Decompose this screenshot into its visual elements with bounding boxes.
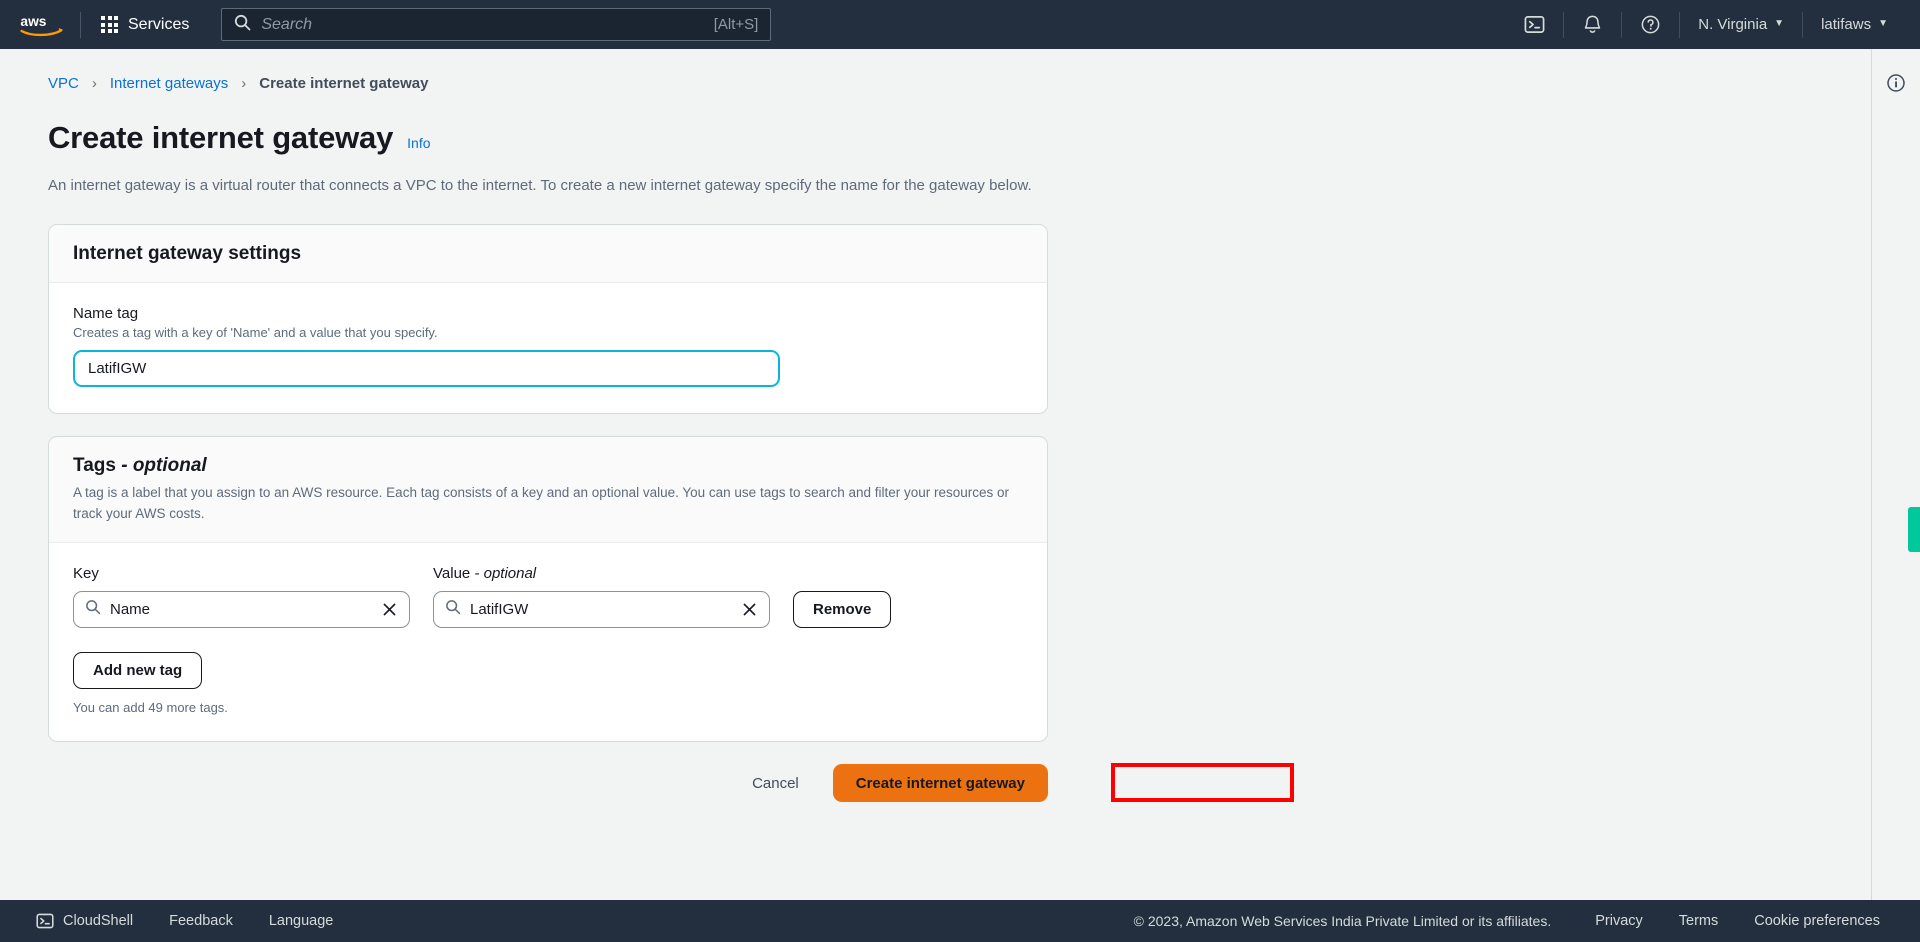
notifications-button[interactable] bbox=[1564, 0, 1621, 49]
tags-panel: Tags - optional A tag is a label that yo… bbox=[48, 436, 1048, 743]
tags-panel-header: Tags - optional A tag is a label that yo… bbox=[49, 437, 1047, 543]
breadcrumb-separator: › bbox=[91, 75, 97, 92]
tags-panel-body: Key Value - opt bbox=[49, 542, 1047, 741]
breadcrumb: VPC › Internet gateways › Create interne… bbox=[48, 75, 1895, 92]
name-tag-label: Name tag bbox=[73, 305, 139, 323]
tag-value-column: Value - optional bbox=[433, 565, 770, 629]
tags-remaining-note: You can add 49 more tags. bbox=[73, 700, 228, 716]
create-internet-gateway-button[interactable]: Create internet gateway bbox=[832, 764, 1048, 803]
page-header: Create internet gateway Info bbox=[48, 120, 1895, 156]
aws-logo[interactable]: aws bbox=[18, 10, 66, 40]
region-selector[interactable]: N. Virginia ▼ bbox=[1680, 0, 1802, 49]
terms-link[interactable]: Terms bbox=[1661, 913, 1736, 929]
tag-key-label: Key bbox=[73, 565, 99, 583]
feedback-link[interactable]: Feedback bbox=[151, 913, 251, 929]
cloudshell-icon bbox=[1524, 16, 1545, 33]
bell-icon bbox=[1585, 15, 1601, 33]
tag-value-label-optional: - optional bbox=[470, 565, 537, 583]
search-icon bbox=[234, 14, 251, 36]
global-search-bar[interactable]: [Alt+S] bbox=[221, 8, 772, 41]
tag-key-input[interactable] bbox=[110, 601, 371, 619]
breadcrumb-item-current: Create internet gateway bbox=[259, 75, 429, 92]
region-label: N. Virginia bbox=[1698, 16, 1768, 33]
search-icon bbox=[445, 599, 461, 620]
cookie-preferences-link[interactable]: Cookie preferences bbox=[1736, 913, 1898, 929]
remove-tag-button[interactable]: Remove bbox=[793, 591, 892, 629]
cancel-button[interactable]: Cancel bbox=[742, 767, 809, 800]
language-selector[interactable]: Language bbox=[251, 913, 352, 929]
help-button[interactable] bbox=[1622, 0, 1679, 49]
tag-value-field[interactable] bbox=[433, 591, 770, 629]
tags-title-text: Tags bbox=[73, 455, 116, 477]
cloudshell-launch-button[interactable]: CloudShell bbox=[18, 912, 151, 930]
tag-value-input[interactable] bbox=[470, 601, 731, 619]
chevron-down-icon: ▼ bbox=[1878, 18, 1888, 29]
help-circle-icon bbox=[1641, 15, 1660, 34]
services-menu-button[interactable]: Services bbox=[95, 10, 195, 40]
tags-panel-description: A tag is a label that you assign to an A… bbox=[73, 485, 1010, 522]
services-label: Services bbox=[128, 15, 190, 33]
form-actions: Cancel Create internet gateway bbox=[48, 763, 1294, 803]
tag-key-column: Key bbox=[73, 565, 410, 629]
tag-value-label-text: Value bbox=[433, 565, 471, 583]
breadcrumb-item-vpc[interactable]: VPC bbox=[48, 75, 79, 92]
tags-panel-title: Tags - optional bbox=[73, 455, 1023, 477]
page-description: An internet gateway is a virtual router … bbox=[48, 177, 1032, 194]
content-area: VPC › Internet gateways › Create interne… bbox=[0, 49, 1920, 942]
clear-icon[interactable] bbox=[380, 601, 398, 619]
chevron-down-icon: ▼ bbox=[1774, 18, 1785, 29]
add-new-tag-button[interactable]: Add new tag bbox=[73, 652, 203, 690]
account-menu[interactable]: latifaws ▼ bbox=[1803, 0, 1906, 49]
rail-accent-marker[interactable] bbox=[1908, 507, 1920, 552]
main-column: VPC › Internet gateways › Create interne… bbox=[0, 49, 1895, 803]
svg-text:aws: aws bbox=[20, 14, 46, 29]
internet-gateway-settings-panel: Internet gateway settings Name tag Creat… bbox=[48, 224, 1048, 415]
page-info-link[interactable]: Info bbox=[407, 135, 430, 151]
tag-key-field[interactable] bbox=[73, 591, 410, 629]
top-nav-right-group: N. Virginia ▼ latifaws ▼ bbox=[1506, 0, 1906, 49]
search-input[interactable] bbox=[261, 15, 714, 34]
privacy-link[interactable]: Privacy bbox=[1577, 913, 1661, 929]
bottom-bar: CloudShell Feedback Language © 2023, Ama… bbox=[0, 900, 1920, 942]
tags-title-optional: - optional bbox=[115, 455, 207, 477]
bottom-bar-left: CloudShell Feedback Language bbox=[18, 912, 351, 930]
bottom-bar-right: © 2023, Amazon Web Services India Privat… bbox=[1134, 913, 1898, 929]
top-navigation-bar: aws Services [Alt+S] bbox=[0, 0, 1920, 49]
page-title: Create internet gateway bbox=[48, 120, 394, 155]
copyright-text: © 2023, Amazon Web Services India Privat… bbox=[1133, 913, 1552, 929]
cloudshell-label: CloudShell bbox=[63, 913, 134, 929]
settings-panel-body: Name tag Creates a tag with a key of 'Na… bbox=[49, 283, 1047, 413]
add-tag-section: Add new tag You can add 49 more tags. bbox=[73, 652, 1023, 715]
tag-value-label: Value - optional bbox=[433, 565, 770, 582]
grid-icon bbox=[101, 16, 118, 33]
cloudshell-button[interactable] bbox=[1506, 0, 1563, 49]
search-icon bbox=[85, 599, 101, 620]
settings-panel-title: Internet gateway settings bbox=[73, 243, 302, 265]
info-panel-toggle[interactable] bbox=[1886, 73, 1906, 93]
account-label: latifaws bbox=[1821, 16, 1872, 33]
settings-panel-header: Internet gateway settings bbox=[49, 225, 1047, 284]
name-tag-hint: Creates a tag with a key of 'Name' and a… bbox=[73, 325, 438, 341]
info-circle-icon bbox=[1887, 74, 1905, 92]
search-shortcut-hint: [Alt+S] bbox=[713, 16, 759, 33]
annotation-highlight-box bbox=[1111, 763, 1294, 803]
tag-row: Key Value - opt bbox=[73, 565, 1023, 629]
breadcrumb-item-internet-gateways[interactable]: Internet gateways bbox=[110, 75, 228, 92]
right-side-rail bbox=[1871, 49, 1920, 942]
name-tag-input[interactable] bbox=[73, 350, 780, 388]
cloudshell-icon bbox=[36, 913, 54, 929]
breadcrumb-separator: › bbox=[241, 75, 247, 92]
clear-icon[interactable] bbox=[740, 601, 758, 619]
nav-divider bbox=[80, 11, 81, 38]
